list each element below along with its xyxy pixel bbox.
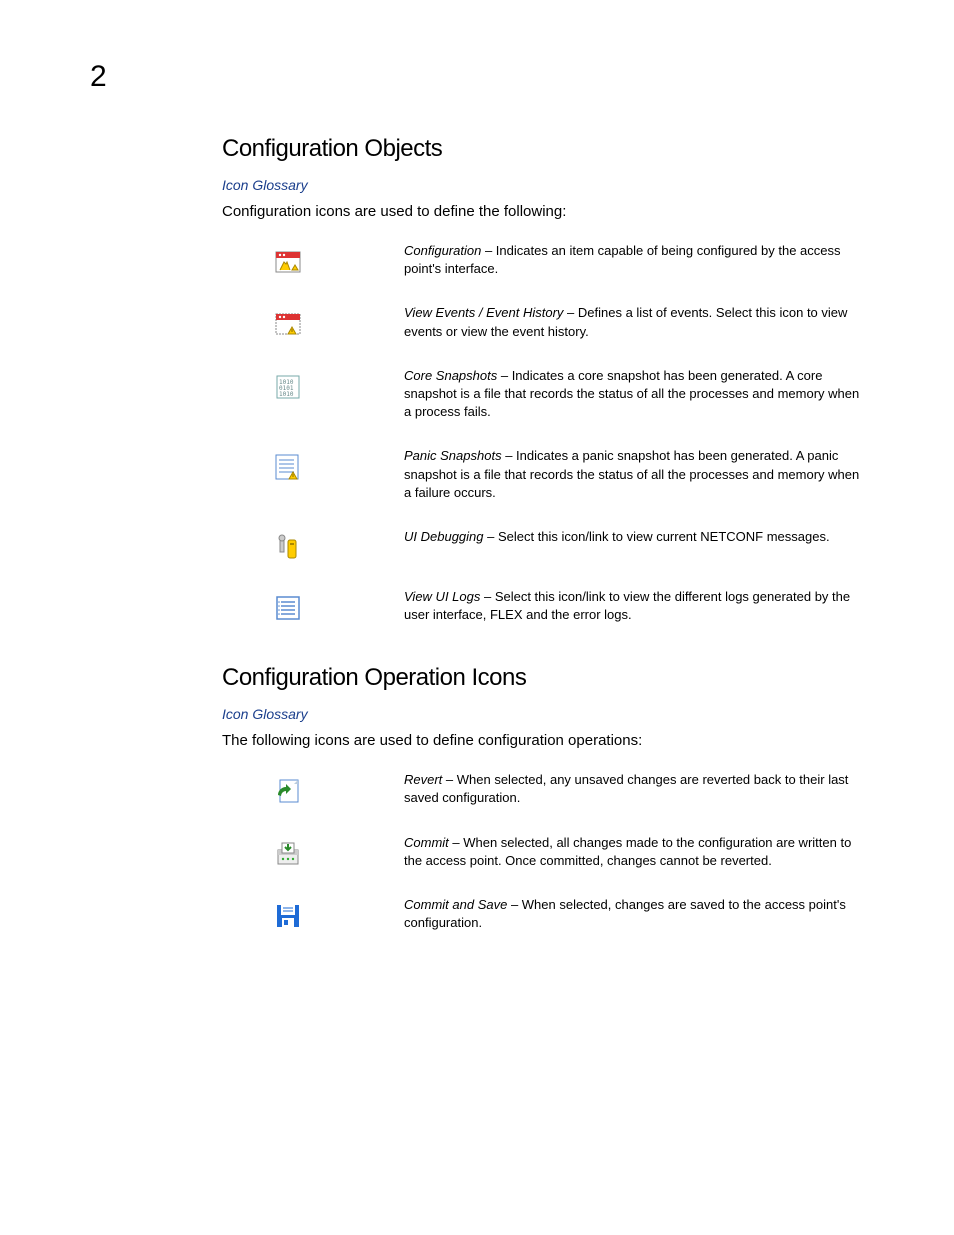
glossary-desc: View UI Logs – Select this icon/link to … (404, 588, 862, 624)
core-snapshots-icon (274, 373, 302, 401)
glossary-desc: Commit and Save – When selected, changes… (404, 896, 862, 932)
glossary-row: UI Debugging – Select this icon/link to … (222, 528, 862, 562)
panic-snapshots-icon (274, 453, 302, 481)
glossary-row: View UI Logs – Select this icon/link to … (222, 588, 862, 624)
glossary-desc: Panic Snapshots – Indicates a panic snap… (404, 447, 862, 502)
ui-debugging-icon (274, 534, 302, 562)
glossary-desc: Configuration – Indicates an item capabl… (404, 242, 862, 278)
intro-text: The following icons are used to define c… (222, 732, 862, 749)
revert-icon (274, 777, 302, 805)
glossary-desc: Core Snapshots – Indicates a core snapsh… (404, 367, 862, 422)
glossary-row: View Events / Event History – Defines a … (222, 304, 862, 340)
glossary-desc: View Events / Event History – Defines a … (404, 304, 862, 340)
section-heading: Configuration Objects (222, 135, 862, 163)
glossary-desc: Revert – When selected, any unsaved chan… (404, 771, 862, 807)
breadcrumb-link[interactable]: Icon Glossary (222, 177, 862, 193)
breadcrumb-link[interactable]: Icon Glossary (222, 706, 862, 722)
section-heading: Configuration Operation Icons (222, 664, 862, 692)
commit-and-save-icon (274, 902, 302, 930)
intro-text: Configuration icons are used to define t… (222, 203, 862, 220)
glossary-row: Panic Snapshots – Indicates a panic snap… (222, 447, 862, 502)
glossary-row: Commit – When selected, all changes made… (222, 834, 862, 870)
page-content: Configuration Objects Icon Glossary Conf… (222, 135, 862, 958)
view-events-icon (274, 310, 302, 338)
view-ui-logs-icon (274, 594, 302, 622)
glossary-desc: Commit – When selected, all changes made… (404, 834, 862, 870)
glossary-desc: UI Debugging – Select this icon/link to … (404, 528, 862, 546)
page-number: 2 (90, 60, 107, 94)
configuration-icon (274, 248, 302, 276)
glossary-row: Commit and Save – When selected, changes… (222, 896, 862, 932)
glossary-row: Configuration – Indicates an item capabl… (222, 242, 862, 278)
commit-icon (274, 840, 302, 868)
glossary-row: Core Snapshots – Indicates a core snapsh… (222, 367, 862, 422)
glossary-row: Revert – When selected, any unsaved chan… (222, 771, 862, 807)
